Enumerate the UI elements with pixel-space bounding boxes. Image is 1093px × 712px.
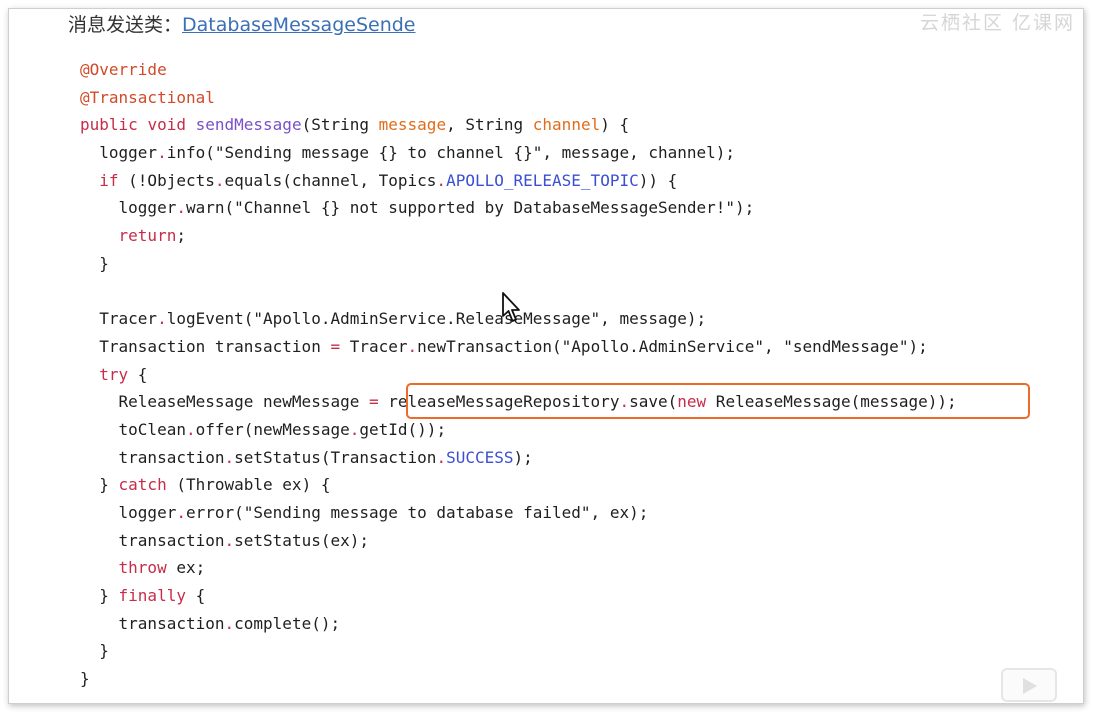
code-line: public void sendMessage(String message, … (80, 111, 957, 139)
code-token: catch (118, 475, 167, 495)
code-line: } catch (Throwable ex) { (80, 471, 957, 499)
code-line: logger.warn("Channel {} not supported by… (80, 194, 957, 222)
header-label: 消息发送类： (68, 14, 183, 36)
code-token: Transaction transaction (80, 336, 331, 356)
code-token: complete(); (234, 613, 341, 633)
code-token: )) { (638, 170, 678, 190)
code-token: { (185, 586, 206, 606)
code-token: . (157, 309, 167, 329)
code-line: return; (80, 222, 957, 250)
code-token: (Throwable ex) { (166, 475, 331, 495)
watermark: 云栖社区 亿课网 (919, 12, 1075, 34)
code-token: channel (532, 115, 601, 135)
highlight-box (406, 383, 1030, 419)
code-token: ex; (166, 558, 206, 578)
code-token: . (224, 447, 235, 467)
code-line: toClean.offer(newMessage.getId()); (80, 416, 957, 444)
code-token: . (176, 503, 186, 522)
code-token: } (80, 586, 119, 606)
code-token: transaction (80, 613, 225, 633)
code-line: transaction.setStatus(Transaction.SUCCES… (80, 444, 957, 472)
code-line: transaction.complete(); (80, 610, 957, 638)
code-token: } (80, 475, 119, 495)
code-token: ReleaseMessage newMessage (80, 392, 369, 412)
code-token: warn("Channel {} not supported by Databa… (185, 198, 755, 218)
code-token: { (128, 364, 148, 384)
code-token: . (157, 143, 167, 163)
code-token: ) { (600, 115, 630, 135)
code-token: return (118, 226, 177, 246)
code-token: . (349, 419, 360, 439)
code-token: Tracer (340, 336, 408, 356)
code-token: void (147, 115, 196, 135)
code-token: APOLLO_RELEASE_TOPIC (446, 170, 639, 190)
code-token: logEvent("Apollo.AdminService.ReleaseMes… (166, 309, 707, 329)
code-token: ); (513, 447, 533, 467)
code-token: setStatus(ex); (234, 530, 369, 550)
code-line: if (!Objects.equals(channel, Topics.APOL… (80, 167, 957, 195)
code-token: } (80, 641, 109, 661)
code-line: transaction.setStatus(ex); (80, 527, 957, 555)
code-line: } (80, 250, 957, 278)
code-token: @Transactional (80, 87, 215, 107)
code-token: . (436, 447, 447, 467)
code-token: . (224, 530, 235, 550)
code-token: } (80, 253, 109, 273)
code-token: logger (80, 503, 177, 522)
code-token: offer(newMessage (195, 419, 350, 439)
code-token: throw (118, 558, 167, 578)
page-header: 消息发送类：DatabaseMessageSende (68, 10, 416, 40)
code-token: @Override (80, 60, 167, 79)
mouse-cursor-icon (502, 292, 520, 322)
code-token: try (99, 364, 129, 384)
code-token: finally (118, 586, 186, 606)
code-line: Transaction transaction = Tracer.newTran… (80, 333, 957, 361)
code-token: . (176, 198, 186, 218)
code-token: Tracer (80, 309, 158, 329)
code-token: . (214, 170, 225, 190)
code-token: . (436, 170, 447, 190)
code-token: = (368, 392, 379, 412)
code-block: @Override @Transactional public void sendM… (80, 56, 957, 693)
code-token: (String (301, 115, 379, 135)
code-token: transaction (80, 447, 225, 467)
code-token: . (407, 336, 418, 356)
code-token: = (330, 336, 341, 356)
class-link[interactable]: DatabaseMessageSende (182, 14, 415, 36)
code-token: message (378, 115, 447, 135)
code-token: sendMessage (195, 115, 302, 135)
play-icon[interactable] (1001, 668, 1057, 702)
code-line: throw ex; (80, 554, 957, 582)
code-token: logger (80, 198, 177, 218)
code-token: SUCCESS (446, 447, 514, 467)
code-line: } (80, 665, 957, 693)
code-token: . (185, 419, 196, 439)
code-line: logger.info("Sending message {} to chann… (80, 139, 957, 167)
code-token: toClean (80, 419, 186, 439)
code-token: . (224, 613, 235, 633)
code-token: ; (176, 226, 186, 246)
code-token: if (99, 170, 119, 190)
code-line: } (80, 637, 957, 665)
code-token: logger (80, 143, 158, 163)
code-line: logger.error("Sending message to databas… (80, 499, 957, 527)
code-line: } finally { (80, 582, 957, 610)
code-line: @Transactional (80, 84, 957, 112)
code-token: } (80, 669, 90, 689)
code-token: newTransaction("Apollo.AdminService", "s… (417, 336, 928, 356)
code-token: transaction (80, 530, 225, 550)
code-token: public (80, 115, 148, 135)
code-token: , String (446, 115, 533, 135)
code-token: (!Objects (118, 170, 215, 190)
code-token: info("Sending message {} to channel {}",… (166, 143, 736, 163)
code-token: error("Sending message to database faile… (185, 503, 649, 522)
code-token: equals(channel, Topics (224, 170, 437, 190)
code-token: setStatus(Transaction (234, 447, 437, 467)
code-token: getId()); (359, 419, 447, 439)
code-line: @Override (80, 56, 957, 84)
